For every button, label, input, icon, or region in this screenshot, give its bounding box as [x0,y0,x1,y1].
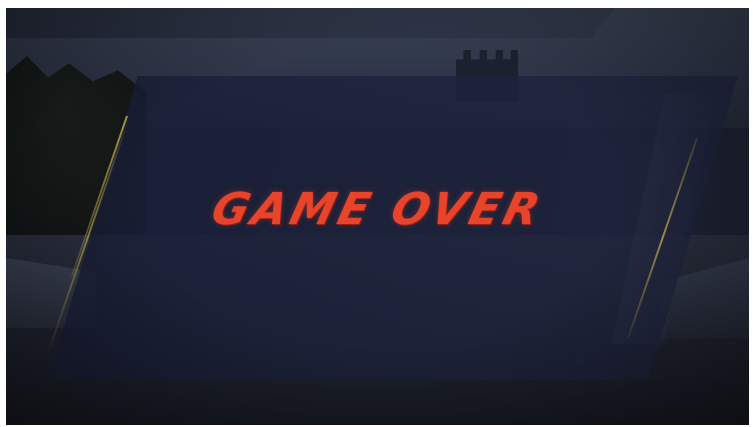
top-banner-strip [6,8,616,38]
game-over-title: GAME OVER [206,184,549,235]
game-over-screen: GAME OVER [6,8,749,425]
